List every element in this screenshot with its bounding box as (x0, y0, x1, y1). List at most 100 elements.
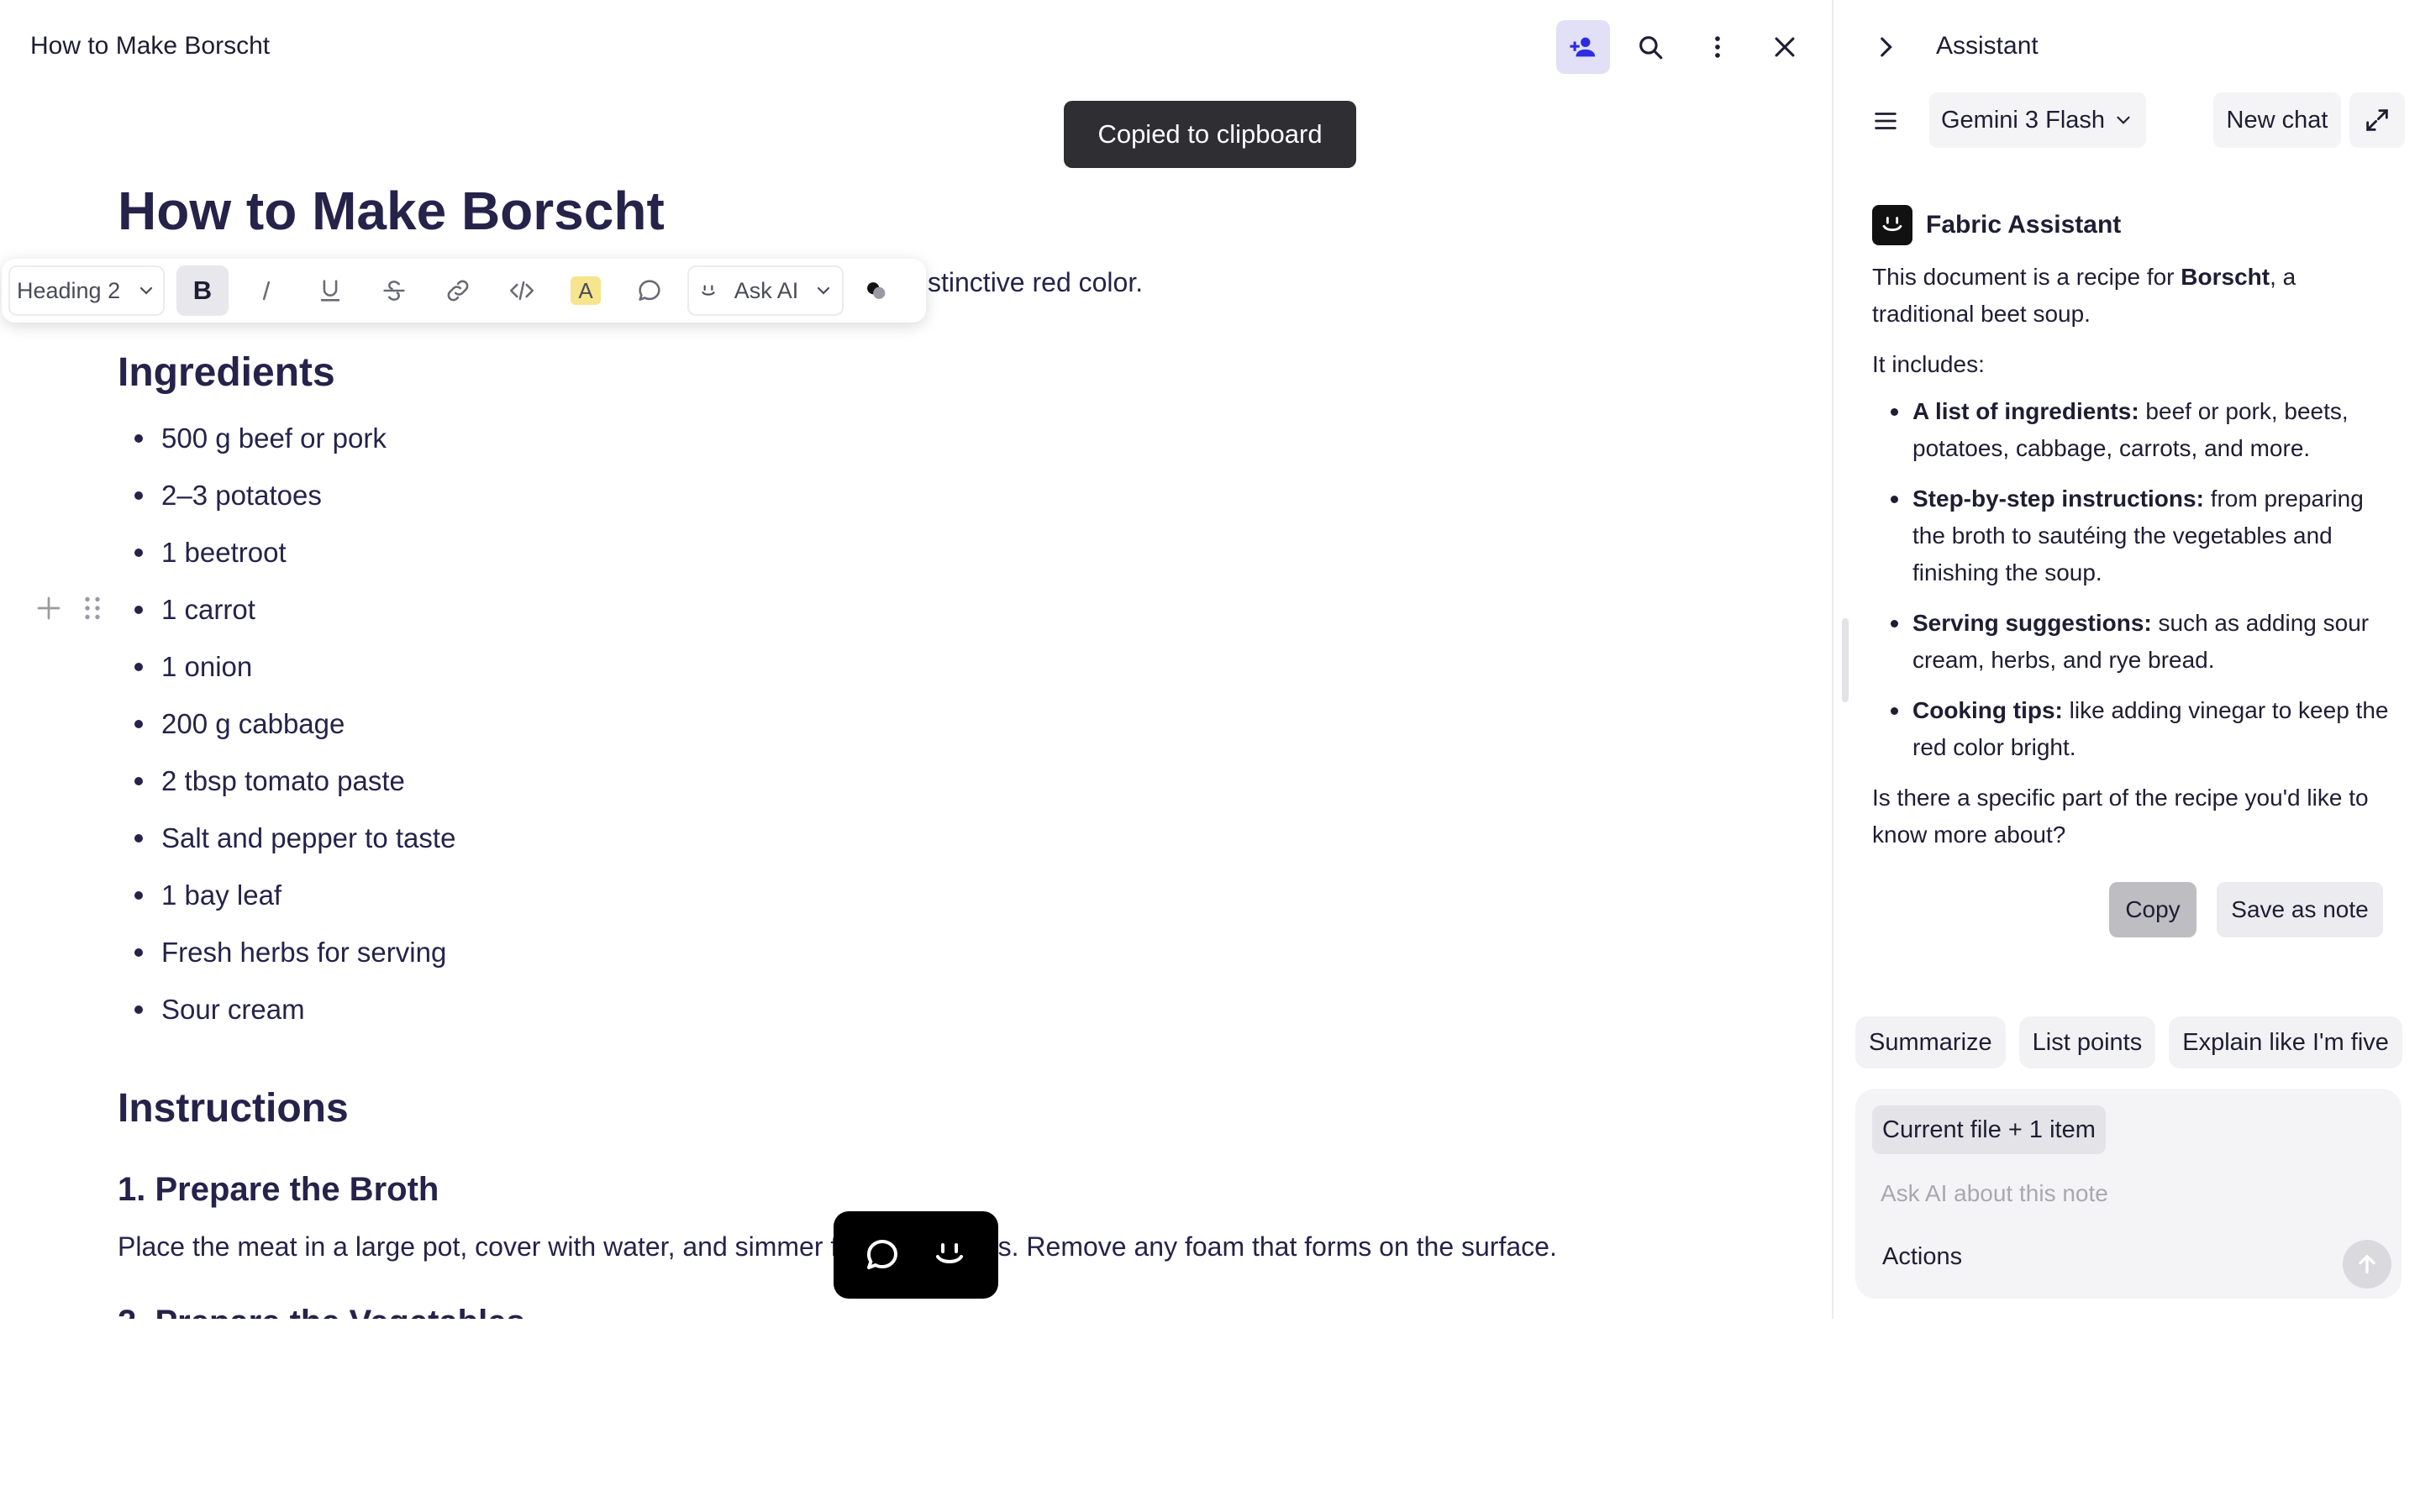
italic-icon (262, 281, 271, 301)
underline-button[interactable] (304, 265, 356, 316)
step1-heading[interactable]: 1. Prepare the Broth (118, 1171, 439, 1209)
item-bold: Step-by-step instructions: (1912, 486, 2204, 512)
item-bold: Serving suggestions: (1912, 610, 2152, 636)
strikethrough-button[interactable] (368, 265, 420, 316)
list-item: Cooking tips: like adding vinegar to kee… (1891, 692, 2393, 766)
list-item[interactable]: 2 tbsp tomato paste (118, 763, 455, 820)
instructions-heading[interactable]: Instructions (118, 1085, 349, 1131)
person-add-icon (1570, 37, 1596, 57)
message-question: Is there a specific part of the recipe y… (1872, 785, 2369, 848)
suggestion-explain[interactable]: Explain like I'm five (2169, 1016, 2402, 1068)
suggestion-summarize[interactable]: Summarize (1855, 1016, 2006, 1068)
ingredients-heading[interactable]: Ingredients (118, 349, 335, 396)
intro-text: This document is a recipe for (1872, 264, 2181, 290)
doc-title[interactable]: How to Make Borscht (118, 180, 665, 242)
message-list: A list of ingredients: beef or pork, bee… (1872, 393, 2393, 766)
message-includes: It includes: (1872, 351, 1985, 377)
model-select[interactable]: Gemini 3 Flash (1929, 92, 2146, 148)
list-item: A list of ingredients: beef or pork, bee… (1891, 393, 2393, 467)
editor-pane: How to Make Borscht How to Make Borscht … (0, 0, 1832, 1319)
list-item[interactable]: 200 g cabbage (118, 706, 455, 763)
smile-face-icon (1882, 217, 1902, 232)
save-as-note-button[interactable]: Save as note (2217, 882, 2383, 937)
intro-bold: Borscht (2181, 264, 2270, 290)
list-item[interactable]: 1 carrot (118, 591, 455, 648)
step2-heading[interactable]: 2. Prepare the Vegetables (118, 1304, 525, 1319)
bold-button[interactable]: B (176, 265, 229, 316)
italic-button[interactable] (240, 265, 292, 316)
assistant-name: Fabric Assistant (1926, 211, 2122, 239)
comment-icon (639, 280, 660, 301)
message-header: Fabric Assistant (1872, 205, 2393, 245)
message-intro: This document is a recipe for Borscht, a… (1872, 259, 2393, 333)
smile-face-icon (702, 285, 715, 296)
toast-notification: Copied to clipboard (1064, 101, 1356, 168)
copy-button[interactable]: Copy (2109, 882, 2196, 937)
code-icon (509, 281, 534, 301)
color-swatch-icon (867, 282, 886, 299)
more-vertical-icon (1715, 36, 1720, 58)
ai-smile-icon[interactable] (929, 1235, 970, 1275)
strikethrough-icon (383, 281, 405, 301)
list-item[interactable]: Salt and pepper to taste (118, 820, 455, 877)
chevron-down-icon (139, 286, 153, 295)
menu-icon (1875, 113, 1897, 129)
suggestion-chips: Summarize List points Explain like I'm f… (1855, 1016, 2402, 1068)
ask-ai-input[interactable] (1872, 1173, 2343, 1215)
list-item[interactable]: 500 g beef or pork (118, 420, 455, 477)
list-item: Serving suggestions: such as adding sour… (1891, 605, 2393, 679)
item-bold: A list of ingredients: (1912, 398, 2139, 424)
assistant-message: Fabric Assistant This document is a reci… (1872, 205, 2393, 853)
ask-ai-label: Ask AI (734, 277, 799, 303)
bold-icon: B (192, 276, 213, 305)
arrow-up-icon (2359, 1255, 2375, 1273)
comment-button[interactable] (623, 265, 676, 316)
share-button[interactable] (1556, 20, 1610, 74)
item-bold: Cooking tips: (1912, 697, 2063, 723)
assistant-pane: Assistant Gemini 3 Flash New chat Fabric… (1832, 0, 2420, 1319)
link-button[interactable] (432, 265, 484, 316)
list-item[interactable]: 2–3 potatoes (118, 477, 455, 534)
list-item[interactable]: 1 bay leaf (118, 877, 455, 934)
actions-button[interactable]: Actions (1872, 1233, 1972, 1280)
send-button[interactable] (2343, 1240, 2391, 1289)
comment-icon[interactable] (862, 1235, 902, 1275)
expand-icon (2366, 109, 2388, 131)
avatar (1872, 205, 1912, 245)
search-button[interactable] (1623, 20, 1677, 74)
expand-button[interactable] (2349, 92, 2405, 148)
close-icon (1775, 37, 1795, 57)
more-options-button[interactable] (1691, 20, 1744, 74)
close-button[interactable] (1758, 20, 1812, 74)
collapse-panel-button[interactable] (1859, 20, 1912, 74)
assistant-title: Assistant (1936, 32, 2039, 60)
new-chat-button[interactable]: New chat (2213, 92, 2341, 148)
floating-toolbar (834, 1211, 998, 1299)
link-icon (447, 280, 469, 302)
chevron-down-icon (2117, 116, 2130, 124)
add-block-icon[interactable] (34, 593, 64, 623)
list-item[interactable]: Sour cream (118, 991, 455, 1048)
chat-history-menu-button[interactable] (1859, 94, 1912, 148)
drag-handle-icon[interactable] (77, 593, 108, 623)
list-item[interactable]: 1 beetroot (118, 534, 455, 591)
ask-ai-dropdown[interactable]: Ask AI (687, 265, 844, 316)
code-button[interactable] (496, 265, 548, 316)
list-item: Step-by-step instructions: from preparin… (1891, 480, 2393, 591)
model-select-label: Gemini 3 Flash (1941, 106, 2106, 134)
list-item[interactable]: Fresh herbs for serving (118, 934, 455, 991)
ingredients-list: 500 g beef or pork 2–3 potatoes 1 beetro… (118, 420, 455, 1048)
text-color-button[interactable] (855, 265, 896, 316)
chevron-right-icon (1881, 37, 1892, 57)
search-icon (1639, 36, 1663, 60)
chevron-down-icon (817, 286, 830, 295)
list-item[interactable]: 1 onion (118, 648, 455, 706)
highlight-icon: A (571, 276, 601, 305)
underline-icon (320, 280, 340, 302)
highlight-button[interactable]: A (560, 265, 612, 316)
formatting-toolbar: Heading 2 B A Ask AI (2, 259, 926, 323)
heading-select-label: Heading 2 (17, 277, 121, 303)
suggestion-list-points[interactable]: List points (2018, 1016, 2156, 1068)
heading-select[interactable]: Heading 2 (8, 265, 165, 316)
context-chip[interactable]: Current file + 1 item (1872, 1105, 2106, 1154)
